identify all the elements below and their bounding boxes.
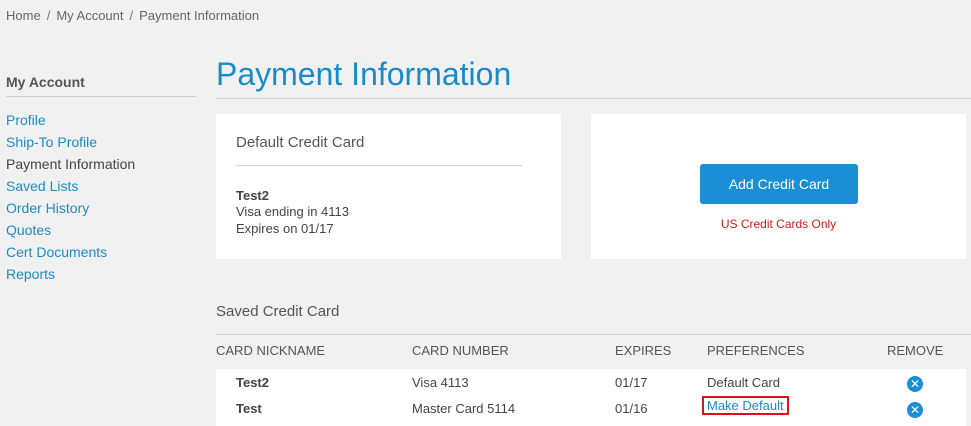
row-nickname: Test [236,401,262,416]
default-card-nickname: Test2 [236,188,269,203]
sidebar-link-saved-lists[interactable]: Saved Lists [6,178,78,194]
sidebar-item-payment-information: Payment Information [6,153,196,175]
saved-cards-table-header: CARD NICKNAME CARD NUMBER EXPIRES PREFER… [216,334,971,366]
sidebar-link-order-history[interactable]: Order History [6,200,89,216]
row-preference-cell: Make Default [702,396,794,416]
default-card-panel: Default Credit Card Test2 Visa ending in… [216,114,561,259]
row-nickname: Test2 [236,375,269,390]
default-card-expiry: Expires on 01/17 [236,221,334,236]
table-row: Test Master Card 5114 01/16 Make Default… [216,396,966,420]
add-card-panel: Add Credit Card US Credit Cards Only [591,114,966,259]
column-header-preferences: PREFERENCES [707,343,805,358]
row-expires: 01/17 [615,375,648,390]
sidebar: My Account Profile Ship-To Profile Payme… [6,74,196,285]
column-header-nickname: CARD NICKNAME [216,343,326,358]
column-header-remove: REMOVE [887,343,944,358]
breadcrumb-current: Payment Information [139,8,260,23]
sidebar-item-profile[interactable]: Profile [6,109,196,131]
sidebar-item-ship-to-profile[interactable]: Ship-To Profile [6,131,196,153]
sidebar-link-cert-documents[interactable]: Cert Documents [6,244,107,260]
breadcrumb-separator: / [129,8,134,23]
title-divider [216,98,971,99]
page-title: Payment Information [216,56,512,92]
add-credit-card-button[interactable]: Add Credit Card [700,164,858,204]
sidebar-item-saved-lists[interactable]: Saved Lists [6,175,196,197]
sidebar-link-ship-to-profile[interactable]: Ship-To Profile [6,134,97,150]
sidebar-item-reports[interactable]: Reports [6,263,196,285]
sidebar-link-quotes[interactable]: Quotes [6,222,51,238]
close-circle-icon[interactable]: ✕ [907,376,923,392]
sidebar-link-profile[interactable]: Profile [6,112,46,128]
sidebar-item-quotes[interactable]: Quotes [6,219,196,241]
default-card-number: Visa ending in 4113 [236,204,350,219]
column-header-card-number: CARD NUMBER [412,343,509,358]
sidebar-nav: Profile Ship-To Profile Payment Informat… [6,109,196,285]
sidebar-link-reports[interactable]: Reports [6,266,55,282]
default-card-heading: Default Credit Card [236,134,522,166]
sidebar-title: My Account [6,74,196,97]
sidebar-label-payment-information: Payment Information [6,156,136,172]
saved-cards-heading: Saved Credit Card [216,303,340,320]
row-preference: Default Card [707,375,780,390]
breadcrumb-my-account[interactable]: My Account [56,8,123,23]
sidebar-item-cert-documents[interactable]: Cert Documents [6,241,196,263]
row-expires: 01/16 [615,401,648,416]
close-circle-icon[interactable]: ✕ [907,402,923,418]
sidebar-item-order-history[interactable]: Order History [6,197,196,219]
table-row: Test2 Visa 4113 01/17 Default Card ✕ [216,372,966,394]
breadcrumb-separator: / [46,8,51,23]
row-card-number: Visa 4113 [412,375,469,390]
breadcrumb: Home / My Account / Payment Information [6,8,259,23]
us-cards-only-note: US Credit Cards Only [720,217,837,231]
column-header-expires: EXPIRES [615,343,672,358]
make-default-link[interactable]: Make Default [702,396,789,415]
saved-cards-table: Test2 Visa 4113 01/17 Default Card ✕ Tes… [216,369,966,426]
breadcrumb-home[interactable]: Home [6,8,41,23]
row-card-number: Master Card 5114 [412,401,516,416]
